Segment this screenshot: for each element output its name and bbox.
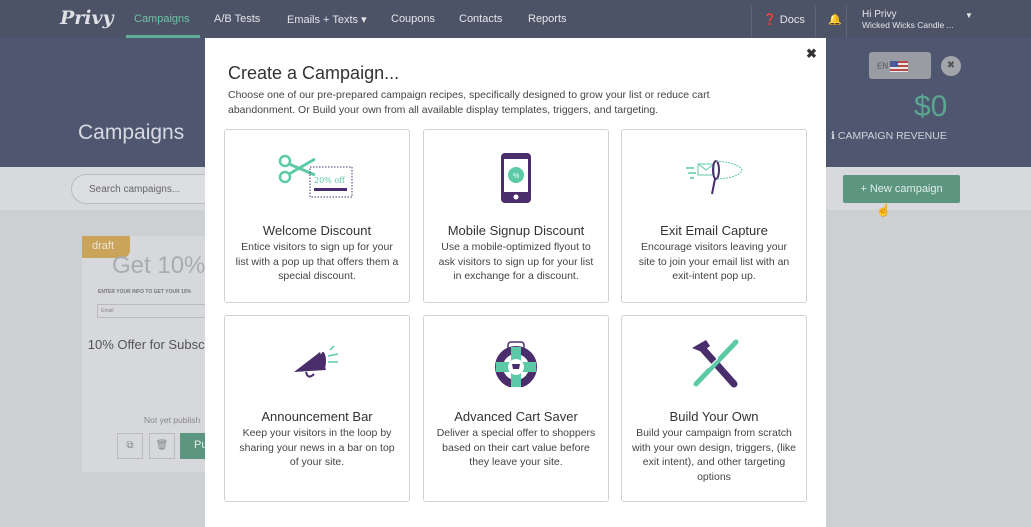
new-campaign-button[interactable]: + New campaign: [843, 175, 960, 203]
recipe-advanced-cart-saver[interactable]: Advanced Cart Saver Deliver a special of…: [423, 315, 609, 502]
recipe-description: Build your campaign from scratch with yo…: [632, 427, 796, 483]
close-icon[interactable]: ✖: [941, 56, 961, 76]
recipe-description: Deliver a special offer to shoppers base…: [436, 427, 596, 468]
revenue-value: $0: [914, 90, 948, 123]
recipe-mobile-signup-discount[interactable]: % Mobile Signup Discount Use a mobile-op…: [423, 129, 609, 303]
create-campaign-modal: ✖ Create a Campaign... Choose one of our…: [205, 38, 826, 527]
help-icon: ❓: [763, 14, 777, 26]
docs-link[interactable]: ❓ Docs: [763, 13, 805, 26]
modal-title: Create a Campaign...: [228, 63, 400, 83]
divider: [815, 6, 816, 38]
publish-status: Not yet publish: [144, 415, 201, 425]
recipe-title: Exit Email Capture: [660, 223, 768, 238]
divider: [846, 6, 847, 38]
nav-campaigns[interactable]: Campaigns: [134, 13, 190, 25]
scissors-coupon-icon: 20% off: [225, 148, 409, 208]
nav-contacts[interactable]: Contacts: [459, 13, 502, 25]
recipe-description: Use a mobile-optimized flyout to ask vis…: [438, 241, 594, 282]
svg-text:%: %: [513, 173, 519, 180]
nav-emails-texts[interactable]: Emails + Texts ▾: [287, 13, 367, 26]
privy-logo[interactable]: Privy: [60, 7, 114, 29]
bell-icon[interactable]: 🔔: [828, 13, 842, 26]
modal-close-icon[interactable]: ✖: [806, 46, 817, 62]
recipe-description: Keep your visitors in the loop by sharin…: [239, 427, 395, 468]
info-icon: ℹ: [831, 130, 835, 142]
modal-description: Choose one of our pre-prepared campaign …: [228, 89, 710, 116]
recipe-title: Mobile Signup Discount: [447, 223, 585, 238]
user-menu[interactable]: Hi Privy Wicked Wicks Candle ...: [862, 9, 954, 31]
nav-reports[interactable]: Reports: [528, 13, 567, 25]
language-selector[interactable]: EN: [869, 52, 931, 79]
recipe-title: Advanced Cart Saver: [454, 409, 578, 424]
recipe-title: Welcome Discount: [262, 223, 372, 238]
docs-label: Docs: [779, 14, 805, 26]
recipe-exit-email-capture[interactable]: Exit Email Capture Encourage visitors le…: [621, 129, 807, 303]
email-net-icon: [622, 148, 806, 208]
recipe-announcement-bar[interactable]: Announcement Bar Keep your visitors in t…: [224, 315, 410, 502]
preview-email-field: Email: [97, 304, 207, 318]
duplicate-button[interactable]: ⧉: [117, 433, 143, 459]
revenue-label: ℹ CAMPAIGN REVENUE: [831, 130, 947, 142]
chevron-down-icon[interactable]: ▼: [965, 11, 973, 20]
recipe-title: Build Your Own: [669, 409, 759, 424]
us-flag-icon: [890, 61, 909, 72]
user-greeting: Hi Privy: [862, 9, 897, 20]
mobile-phone-icon: %: [424, 148, 608, 208]
hand-cursor-icon: ☝: [876, 203, 891, 217]
revenue-label-text: CAMPAIGN REVENUE: [837, 130, 947, 142]
svg-text:20% off: 20% off: [314, 176, 346, 185]
preview-subtext: ENTER YOUR INFO TO GET YOUR 10%: [98, 289, 192, 295]
nav-ab-tests[interactable]: A/B Tests: [214, 13, 260, 25]
page-title: Campaigns: [78, 121, 185, 144]
preview-headline: Get 10%: [112, 252, 206, 279]
recipe-welcome-discount[interactable]: 20% off Welcome Discount Entice visitors…: [224, 129, 410, 303]
megaphone-icon: [225, 334, 409, 394]
top-nav: Privy Campaigns A/B Tests Emails + Texts…: [0, 0, 1031, 38]
user-store: Wicked Wicks Candle ...: [862, 20, 954, 30]
recipe-title: Announcement Bar: [261, 409, 373, 424]
delete-button[interactable]: 🗑: [149, 433, 175, 459]
nav-coupons[interactable]: Coupons: [391, 13, 435, 25]
recipe-build-your-own[interactable]: Build Your Own Build your campaign from …: [621, 315, 807, 502]
recipe-description: Encourage visitors leaving your site to …: [638, 241, 790, 282]
tools-icon: [622, 334, 806, 394]
language-label: EN: [877, 61, 889, 71]
recipe-description: Entice visitors to sign up for your list…: [235, 241, 399, 282]
lifebuoy-cart-icon: [424, 334, 608, 394]
divider: [751, 6, 752, 38]
